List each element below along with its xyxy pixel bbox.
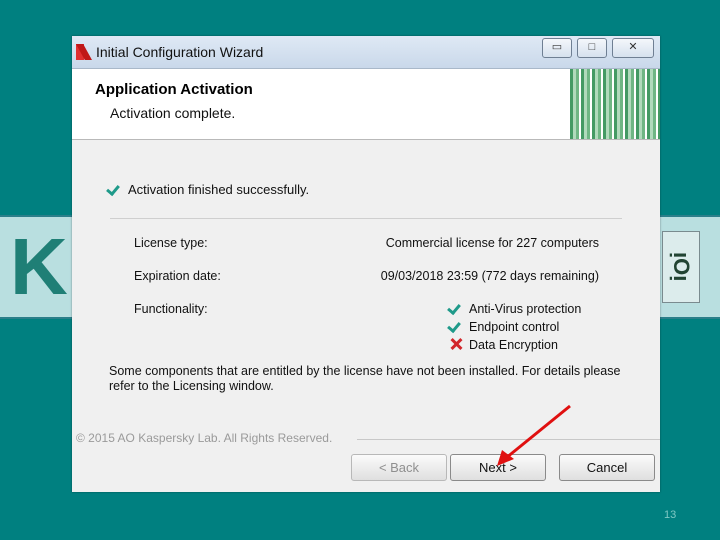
arrow-shaft [505, 404, 571, 460]
annotation-arrow [497, 404, 571, 466]
page-number: 13 [664, 509, 677, 521]
